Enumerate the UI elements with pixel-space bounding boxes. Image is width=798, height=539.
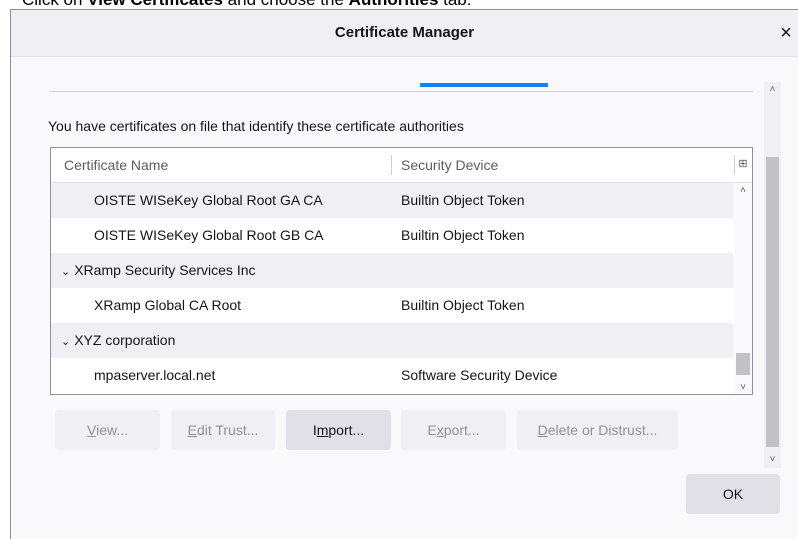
- authorities-description: You have certificates on file that ident…: [48, 118, 464, 134]
- export-button[interactable]: Export...: [401, 410, 506, 450]
- group-name-cell: ⌄ XYZ corporation: [61, 332, 176, 348]
- column-header-security-device[interactable]: Security Device: [401, 148, 498, 182]
- certificate-name-cell: OISTE WISeKey Global Root GA CA: [94, 192, 323, 208]
- certificate-tree[interactable]: Certificate Name Security Device ⊞ OISTE…: [50, 147, 753, 395]
- scroll-up-icon[interactable]: ˄: [764, 82, 781, 98]
- dialog-scrollbar[interactable]: ˄ ˅: [764, 82, 781, 468]
- security-device-cell: Builtin Object Token: [401, 192, 525, 208]
- scroll-down-icon[interactable]: ˅: [764, 452, 781, 468]
- tree-scrollbar[interactable]: ˄ ˅: [734, 183, 752, 394]
- tree-row[interactable]: OISTE WISeKey Global Root GA CA Builtin …: [51, 183, 733, 218]
- column-splitter[interactable]: [734, 155, 735, 175]
- scroll-up-icon[interactable]: ˄: [734, 183, 752, 199]
- security-device-cell: Builtin Object Token: [401, 227, 525, 243]
- tree-row[interactable]: XRamp Global CA Root Builtin Object Toke…: [51, 288, 733, 323]
- scrollbar-thumb[interactable]: [736, 353, 750, 375]
- dialog-title: Certificate Manager: [334, 24, 475, 41]
- import-button[interactable]: Import...: [286, 410, 391, 450]
- tree-row[interactable]: OISTE WISeKey Global Root GB CA Builtin …: [51, 218, 733, 253]
- column-splitter[interactable]: [391, 155, 392, 175]
- certificate-manager-dialog: Certificate Manager × ˄ ˅ You have certi…: [10, 9, 798, 539]
- tree-row[interactable]: mpaserver.local.net Software Security De…: [51, 358, 733, 393]
- chevron-down-icon[interactable]: ⌄: [61, 336, 70, 348]
- certificate-name-cell: XRamp Global CA Root: [94, 297, 242, 313]
- tree-group-row[interactable]: ⌄ XYZ corporation: [51, 323, 733, 358]
- tree-group-row[interactable]: ⌄ XRamp Security Services Inc: [51, 253, 733, 288]
- column-picker-icon[interactable]: ⊞: [736, 157, 750, 171]
- dialog-titlebar: Certificate Manager ×: [11, 10, 798, 57]
- certificate-name-cell: mpaserver.local.net: [94, 367, 216, 383]
- security-device-cell: Software Security Device: [401, 367, 558, 383]
- scroll-down-icon[interactable]: ˅: [734, 380, 752, 394]
- instruction-caption: Click on View Certificates and choose th…: [22, 0, 782, 9]
- column-header-certificate-name[interactable]: Certificate Name: [64, 148, 168, 182]
- tab-authorities-indicator[interactable]: [420, 83, 548, 87]
- tree-rows: OISTE WISeKey Global Root GA CA Builtin …: [51, 183, 733, 394]
- view-button[interactable]: View...: [55, 410, 160, 450]
- chevron-down-icon[interactable]: ⌄: [61, 266, 70, 278]
- group-name-cell: ⌄ XRamp Security Services Inc: [61, 262, 256, 278]
- close-icon[interactable]: ×: [774, 17, 798, 49]
- tab-strip-divider: [49, 91, 753, 92]
- delete-or-distrust-button[interactable]: Delete or Distrust...: [517, 410, 678, 450]
- ok-button[interactable]: OK: [686, 474, 780, 514]
- scrollbar-thumb[interactable]: [766, 157, 779, 447]
- certificate-name-cell: OISTE WISeKey Global Root GB CA: [94, 227, 324, 243]
- edit-trust-button[interactable]: Edit Trust...: [171, 410, 275, 450]
- tree-header: Certificate Name Security Device ⊞: [51, 148, 752, 183]
- security-device-cell: Builtin Object Token: [401, 297, 525, 313]
